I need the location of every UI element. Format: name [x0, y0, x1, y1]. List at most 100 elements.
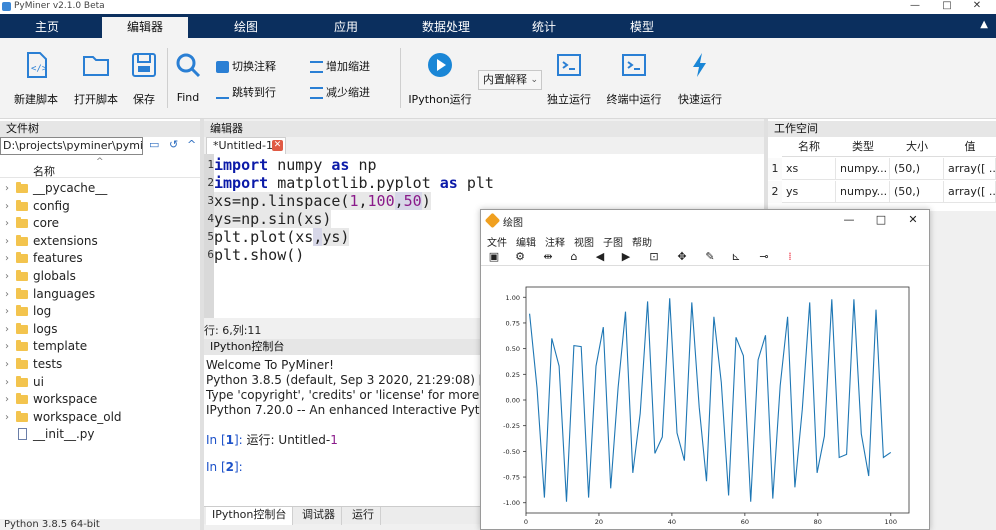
chevron-right-icon[interactable]: ›	[5, 268, 9, 285]
pan-icon[interactable]: ✥	[675, 250, 689, 264]
minimize-button[interactable]: —	[900, 0, 930, 11]
tab-editor[interactable]: 编辑器	[102, 17, 188, 38]
workspace-col-value[interactable]: 值	[944, 137, 996, 157]
file-tree-item[interactable]: › languages	[0, 286, 200, 303]
brush-icon[interactable]: ✎	[703, 250, 717, 264]
workspace-cell-value[interactable]: array([ ...	[944, 158, 996, 180]
file-tree-item[interactable]: › extensions	[0, 233, 200, 250]
search-icon	[176, 53, 201, 78]
save-icon[interactable]: ▣	[487, 250, 501, 264]
menu-annotate[interactable]: 注释	[545, 234, 565, 249]
chevron-right-icon[interactable]: ›	[5, 321, 9, 338]
chevron-right-icon[interactable]: ›	[5, 215, 9, 232]
chevron-right-icon[interactable]: ›	[5, 338, 9, 355]
chevron-right-icon[interactable]: ›	[5, 286, 9, 303]
file-tree-item[interactable]: › __pycache__	[0, 180, 200, 197]
workspace-cell-name[interactable]: ys	[782, 181, 836, 203]
tab-apps[interactable]: 应用	[300, 16, 392, 38]
chevron-right-icon[interactable]: ›	[5, 233, 9, 250]
plot-maximize-button[interactable]: □	[871, 213, 891, 226]
settings-icon[interactable]: ⚙	[513, 250, 527, 264]
chevron-right-icon[interactable]: ›	[5, 391, 9, 408]
save-button[interactable]: 保存	[124, 38, 164, 119]
menu-subplot[interactable]: 子图	[603, 234, 623, 249]
add-indent-button[interactable]: 增加缩进	[308, 58, 370, 76]
path-input[interactable]: D:\projects\pyminer\pymin	[0, 137, 143, 155]
file-tree-item[interactable]: › globals	[0, 268, 200, 285]
forward-icon[interactable]: ▶	[619, 250, 633, 264]
chevron-right-icon[interactable]: ›	[5, 374, 9, 391]
tab-data-processing[interactable]: 数据处理	[400, 16, 492, 38]
workspace-cell-value[interactable]: array([ ...	[944, 181, 996, 203]
close-button[interactable]: ✕	[962, 0, 992, 11]
marker-icon[interactable]: ⊸	[757, 250, 771, 264]
interpreter-select[interactable]: 内置解释 ⌄	[478, 70, 542, 90]
file-tree-item[interactable]: › workspace	[0, 391, 200, 408]
workspace-col-name[interactable]: 名称	[782, 137, 836, 157]
collapse-ribbon-icon[interactable]: ▲	[980, 19, 988, 30]
workspace-cell-size[interactable]: (50,)	[890, 158, 944, 180]
editor-tab-untitled-1[interactable]: *Untitled-1 ✕	[206, 137, 286, 154]
file-tree-item[interactable]: __init__.py	[0, 426, 200, 443]
plot-window-titlebar[interactable]: 绘图 — □ ✕	[481, 210, 929, 232]
workspace-col-type[interactable]: 类型	[836, 137, 890, 157]
palette-icon[interactable]: ⁞	[783, 250, 797, 264]
menu-view[interactable]: 视图	[574, 234, 594, 249]
reduce-indent-button[interactable]: 减少缩进	[308, 84, 370, 102]
menu-edit[interactable]: 编辑	[516, 234, 536, 249]
tab-run[interactable]: 运行	[346, 507, 381, 525]
file-tree-item[interactable]: › template	[0, 338, 200, 355]
toggle-comment-button[interactable]: 切换注释	[214, 58, 276, 76]
tab-statistics[interactable]: 统计	[500, 16, 588, 38]
new-script-button[interactable]: </> 新建脚本	[8, 38, 64, 119]
file-tree-item[interactable]: › ui	[0, 374, 200, 391]
zoom-rect-icon[interactable]: ⊡	[647, 250, 661, 264]
chevron-right-icon[interactable]: ›	[5, 409, 9, 426]
file-tree-item[interactable]: › workspace_old	[0, 409, 200, 426]
chevron-right-icon[interactable]: ›	[5, 250, 9, 267]
workspace-col-size[interactable]: 大小	[890, 137, 944, 157]
chevron-right-icon[interactable]: ›	[5, 356, 9, 373]
home-icon[interactable]: ⌂	[567, 250, 581, 264]
workspace-cell-type[interactable]: numpy...	[836, 181, 890, 203]
chevron-right-icon[interactable]: ›	[5, 180, 9, 197]
menu-help[interactable]: 帮助	[632, 234, 652, 249]
ipython-run-button[interactable]: IPython运行	[404, 38, 476, 119]
run-standalone-button[interactable]: 独立运行	[544, 38, 594, 119]
workspace-cell-type[interactable]: numpy...	[836, 158, 890, 180]
adjust-icon[interactable]: ⇹	[541, 250, 555, 264]
ipython-console[interactable]: Welcome To PyMiner! Python 3.8.5 (defaul…	[204, 355, 522, 506]
close-tab-icon[interactable]: ✕	[272, 140, 283, 151]
code-line-2: import matplotlib.pyplot as plt	[214, 174, 494, 192]
file-tree-item[interactable]: › logs	[0, 321, 200, 338]
quick-run-button[interactable]: 快速运行	[672, 38, 728, 119]
plot-minimize-button[interactable]: —	[839, 213, 859, 226]
goto-line-button[interactable]: 跳转到行	[214, 84, 276, 102]
tab-debugger[interactable]: 调试器	[296, 507, 342, 525]
maximize-button[interactable]: □	[932, 0, 962, 11]
run-in-terminal-button[interactable]: 终端中运行	[602, 38, 666, 119]
file-tree-item[interactable]: › tests	[0, 356, 200, 373]
file-tree-item[interactable]: › features	[0, 250, 200, 267]
tab-plot[interactable]: 绘图	[200, 16, 292, 38]
file-tree-item[interactable]: › core	[0, 215, 200, 232]
workspace-cell-name[interactable]: xs	[782, 158, 836, 180]
refresh-icon[interactable]: ↺	[169, 138, 178, 151]
axes-icon[interactable]: ⊾	[729, 250, 743, 264]
tab-home[interactable]: 主页	[0, 16, 94, 38]
chevron-right-icon[interactable]: ›	[5, 303, 9, 320]
open-folder-icon[interactable]: ▭	[149, 138, 159, 151]
tab-models[interactable]: 模型	[596, 16, 688, 38]
file-tree-item[interactable]: › config	[0, 198, 200, 215]
file-tree-item[interactable]: › log	[0, 303, 200, 320]
tab-ipython-console[interactable]: IPython控制台	[206, 507, 294, 525]
menu-file[interactable]: 文件	[487, 234, 507, 249]
open-script-button[interactable]: 打开脚本	[68, 38, 124, 119]
workspace-cell-size[interactable]: (50,)	[890, 181, 944, 203]
up-dir-icon[interactable]: ^	[187, 138, 196, 151]
file-tree-column-header[interactable]: ^ 名称	[0, 157, 200, 178]
back-icon[interactable]: ◀	[593, 250, 607, 264]
find-button[interactable]: Find	[170, 38, 206, 119]
plot-close-button[interactable]: ✕	[903, 213, 923, 226]
chevron-right-icon[interactable]: ›	[5, 198, 9, 215]
